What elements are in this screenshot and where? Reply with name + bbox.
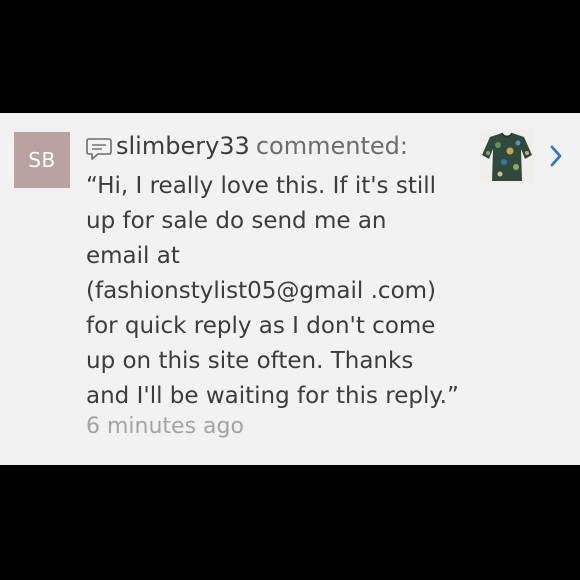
avatar[interactable]: SB xyxy=(14,132,70,188)
comment-line: (fashionstylist05@gmail .com) xyxy=(86,278,437,304)
speech-bubble-icon xyxy=(86,138,112,160)
comment-line: up for sale do send me an xyxy=(86,208,387,234)
comment-notification[interactable]: SB slimbery33 commented: “Hi, I really lo… xyxy=(0,113,580,465)
comment-line: email at xyxy=(86,243,180,269)
timestamp: 6 minutes ago xyxy=(86,414,244,439)
comment-text: “Hi, I really love this. If it's still u… xyxy=(86,169,466,414)
comment-line: for quick reply as I don't come xyxy=(86,313,436,339)
comment-line: and I'll be waiting for this reply.” xyxy=(86,383,459,409)
comment-line: up on this site often. Thanks xyxy=(86,348,414,374)
username-link[interactable]: slimbery33 xyxy=(116,132,250,160)
action-text: commented: xyxy=(255,132,408,160)
bottom-black-border xyxy=(0,465,580,580)
listing-thumbnail[interactable] xyxy=(480,129,534,183)
comment-line: “Hi, I really love this. If it's still xyxy=(86,173,437,199)
blouse-image xyxy=(480,129,534,183)
comment-header: slimbery33 commented: xyxy=(116,129,408,163)
top-black-border xyxy=(0,0,580,113)
avatar-initials: SB xyxy=(28,148,56,172)
chevron-right-icon[interactable] xyxy=(548,144,564,168)
